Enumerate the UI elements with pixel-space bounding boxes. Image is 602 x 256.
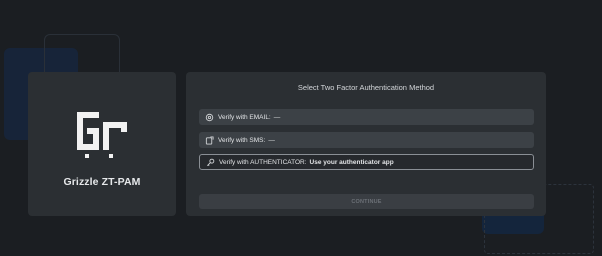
brand-card: Grizzle ZT-PAM	[28, 72, 176, 216]
option-sms[interactable]: Verify with SMS: —	[199, 132, 534, 148]
login-screen: Grizzle ZT-PAM Select Two Factor Authent…	[0, 0, 602, 256]
option-email[interactable]: Verify with EMAIL: —	[199, 109, 534, 125]
option-value: —	[273, 113, 281, 121]
option-label: Verify with AUTHENTICATOR:	[219, 158, 307, 166]
grizzle-logo-icon	[77, 112, 127, 158]
option-value: Use your authenticator app	[309, 158, 394, 166]
option-value: —	[268, 136, 275, 144]
option-authenticator[interactable]: Verify with AUTHENTICATOR: Use your auth…	[199, 154, 534, 170]
key-icon	[207, 158, 215, 166]
brand-name: Grizzle ZT-PAM	[63, 176, 141, 188]
option-label: Verify with EMAIL:	[218, 113, 271, 121]
email-icon	[205, 113, 214, 121]
panel-title: Select Two Factor Authentication Method	[297, 83, 435, 92]
continue-button[interactable]: CONTINUE	[199, 194, 534, 209]
option-label: Verify with SMS:	[218, 136, 266, 144]
two-factor-panel: Select Two Factor Authentication Method …	[186, 72, 546, 216]
sms-icon	[205, 135, 214, 145]
